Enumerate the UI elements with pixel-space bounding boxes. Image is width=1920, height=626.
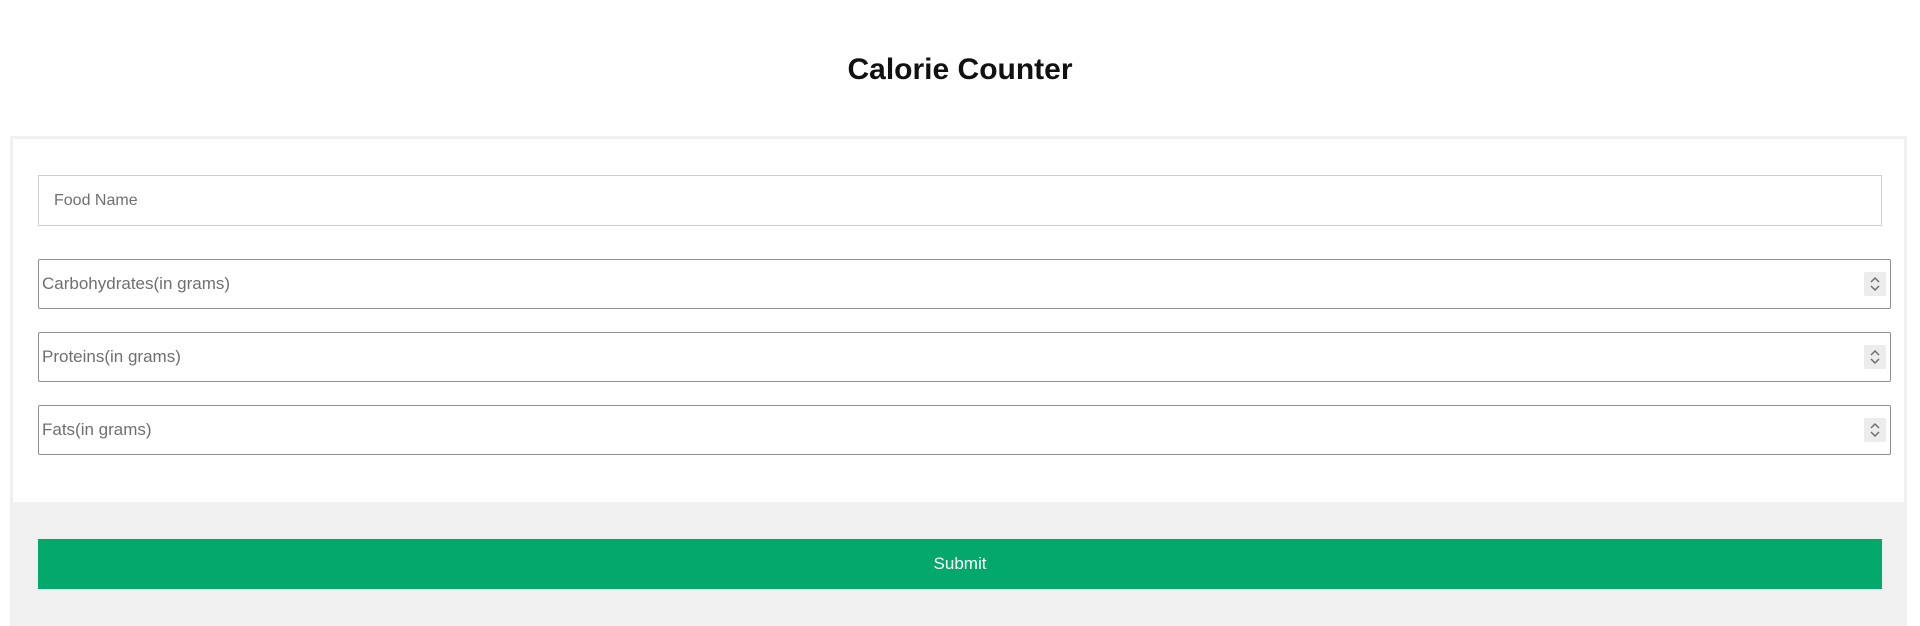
proteins-field <box>38 332 1891 382</box>
up-down-chevron-icon <box>1870 277 1880 291</box>
food-name-input[interactable] <box>38 175 1882 226</box>
up-down-chevron-icon <box>1870 423 1880 437</box>
carbohydrates-field <box>38 259 1891 309</box>
up-down-chevron-icon <box>1870 350 1880 364</box>
fats-input[interactable] <box>39 406 1849 454</box>
submit-button[interactable]: Submit <box>38 539 1882 589</box>
fats-stepper[interactable] <box>1864 418 1886 442</box>
proteins-input[interactable] <box>39 333 1849 381</box>
fats-field <box>38 405 1891 455</box>
carbohydrates-stepper[interactable] <box>1864 272 1886 296</box>
proteins-stepper[interactable] <box>1864 345 1886 369</box>
carbohydrates-input[interactable] <box>39 260 1849 308</box>
page-title: Calorie Counter <box>847 53 1073 86</box>
